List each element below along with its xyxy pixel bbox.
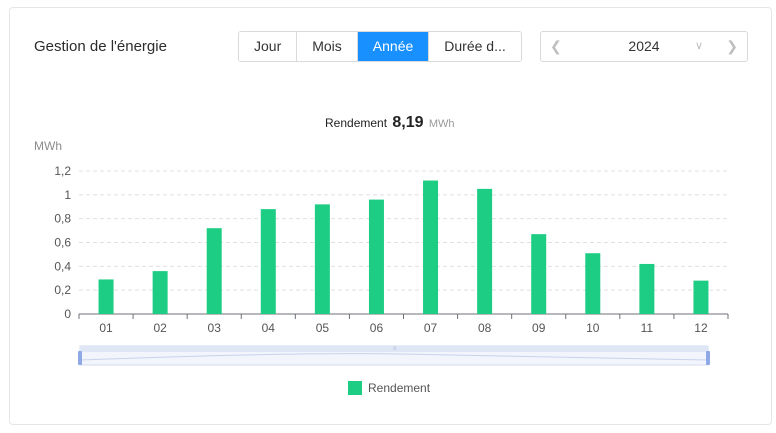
bars	[98, 180, 709, 314]
zoom-grip-icon[interactable]: ≡	[393, 346, 397, 352]
y-tick-label: 1,2	[54, 164, 71, 178]
y-tick-label: 0	[64, 307, 71, 321]
bar-07[interactable]	[423, 180, 439, 314]
x-tick-label: 01	[99, 321, 113, 335]
zoom-slider[interactable]: ≡	[78, 345, 710, 366]
x-tick-label: 09	[532, 321, 546, 335]
x-tick-label: 02	[153, 321, 167, 335]
bar-01[interactable]	[98, 279, 114, 314]
bar-05[interactable]	[314, 204, 330, 314]
y-tick-labels: 0 0,2 0,4 0,6 0,8 1 1,2	[54, 164, 71, 321]
x-tick-label: 04	[262, 321, 276, 335]
y-tick-label: 0,4	[54, 259, 71, 273]
zoom-handle-right[interactable]	[706, 351, 710, 365]
x-tick-label: 06	[370, 321, 384, 335]
x-tick-label: 07	[424, 321, 438, 335]
legend-swatch	[348, 381, 362, 395]
y-tick-label: 0,8	[54, 212, 71, 226]
y-tick-label: 0,2	[54, 283, 71, 297]
x-tick-label: 08	[478, 321, 492, 335]
chart-legend[interactable]: Rendement	[348, 381, 430, 395]
bar-04[interactable]	[260, 209, 276, 314]
x-tick-label: 05	[316, 321, 330, 335]
x-tick-label: 12	[694, 321, 708, 335]
bar-08[interactable]	[477, 188, 493, 314]
x-tick-labels: 01 02 03 04 05 06 07 08 09 10 11 12	[78, 314, 729, 335]
legend-label: Rendement	[368, 381, 431, 395]
bar-02[interactable]	[152, 271, 168, 314]
bar-09[interactable]	[531, 234, 547, 314]
bar-11[interactable]	[639, 263, 655, 314]
bar-12[interactable]	[693, 280, 709, 314]
x-tick-label: 11	[641, 321, 654, 335]
yield-bar-chart: MWh 0 0,2 0,4 0,6 0,8 1 1,2 01 02 03 04 05 06 07 08 09…	[34, 139, 729, 366]
y-tick-label: 0,6	[54, 236, 71, 250]
x-tick-label: 10	[586, 321, 600, 335]
y-tick-label: 1	[64, 188, 71, 202]
x-tick-label: 03	[208, 321, 222, 335]
y-axis-label: MWh	[34, 139, 62, 153]
bar-10[interactable]	[585, 253, 601, 314]
bar-03[interactable]	[206, 228, 222, 314]
bar-06[interactable]	[368, 199, 384, 314]
grid-lines	[79, 170, 728, 315]
zoom-handle-left[interactable]	[78, 351, 82, 365]
